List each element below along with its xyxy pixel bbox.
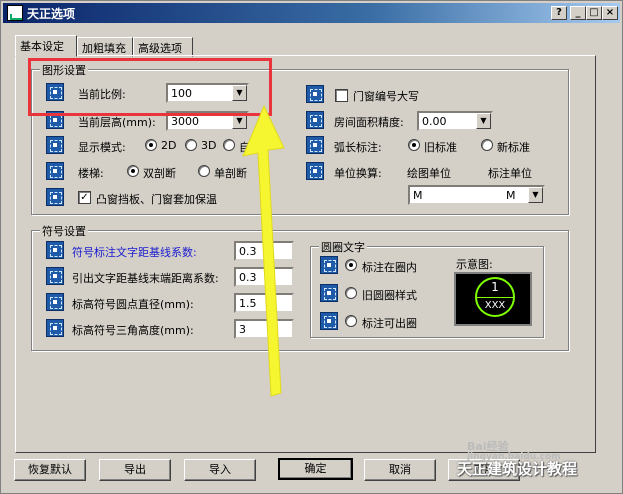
help-button[interactable]: ?: [551, 6, 567, 20]
scale-value: 100: [171, 87, 192, 100]
scale-settings-icon[interactable]: [46, 83, 64, 101]
ok-button[interactable]: 确定: [278, 458, 353, 480]
floor-height-value: 3000: [171, 115, 199, 128]
symbol-text-coef-icon[interactable]: [46, 241, 64, 259]
display-2d-radio[interactable]: [145, 139, 157, 151]
arc-length-label: 弧长标注:: [334, 141, 382, 154]
chevron-down-icon[interactable]: ▼: [476, 113, 491, 129]
preview-text: XXX: [484, 300, 506, 311]
tab-bold-fill[interactable]: 加粗填充: [77, 37, 133, 57]
title-bar[interactable]: 天正选项 ? _ □ ×: [3, 3, 620, 23]
arrow-up-icon: [242, 104, 285, 397]
display-mode-icon[interactable]: [46, 136, 64, 154]
minimize-button[interactable]: _: [570, 6, 586, 20]
preview-divider: [477, 297, 513, 298]
arc-new-standard-label: 新标准: [497, 141, 530, 154]
tab-basic-settings[interactable]: 基本设定: [15, 35, 77, 57]
maximize-button[interactable]: □: [586, 6, 602, 20]
circle-preview: 1 XXX: [454, 272, 532, 326]
circle-inside-radio[interactable]: [345, 259, 357, 271]
elevation-dot-label: 标高符号圆点直径(mm):: [72, 298, 194, 311]
elevation-dot-icon[interactable]: [46, 293, 64, 311]
circle-text-title: 圆圈文字: [319, 239, 367, 255]
watermark-wechat: 天正建筑设计教程: [457, 460, 578, 478]
window-title: 天正选项: [27, 7, 76, 21]
annotation-arrow: [242, 104, 285, 397]
arc-old-standard-radio[interactable]: [408, 139, 420, 151]
leader-text-coef-label: 引出文字距基线末端距离系数:: [72, 272, 219, 285]
room-precision-label: 房间面积精度:: [334, 116, 404, 129]
display-3d-radio[interactable]: [185, 139, 197, 151]
leader-text-coef-icon[interactable]: [46, 267, 64, 285]
stairs-double-label: 双剖断: [143, 167, 176, 180]
circle-inside-label: 标注在圈内: [362, 261, 417, 274]
circle-old-style-label: 旧圆圈样式: [362, 289, 417, 302]
unit-left-value: M: [413, 189, 423, 202]
scale-combo[interactable]: 100 ▼: [166, 83, 249, 103]
circle-outside-label: 标注可出圈: [362, 317, 417, 330]
arc-old-standard-label: 旧标准: [424, 141, 457, 154]
stairs-single-radio[interactable]: [198, 165, 210, 177]
tab-advanced[interactable]: 高级选项: [133, 37, 193, 57]
room-precision-value: 0.00: [422, 115, 447, 128]
elevation-triangle-icon[interactable]: [46, 319, 64, 337]
bay-window-icon[interactable]: [46, 188, 64, 206]
arc-new-standard-radio[interactable]: [481, 139, 493, 151]
annotation-unit-label: 标注单位: [488, 167, 532, 180]
floor-height-icon[interactable]: [46, 111, 64, 129]
bay-window-checkbox[interactable]: ✓: [78, 191, 91, 204]
chevron-down-icon[interactable]: ▼: [528, 187, 543, 203]
app-icon: [7, 5, 23, 21]
scale-label: 当前比例:: [78, 88, 126, 101]
close-button[interactable]: ×: [602, 6, 618, 20]
circle-outside-radio[interactable]: [345, 315, 357, 327]
options-dialog: 天正选项 ? _ □ × 基本设定 加粗填充 高级选项 图形设置 当前比例: 1…: [0, 0, 623, 494]
preview-label: 示意图:: [456, 258, 493, 271]
drawing-unit-label: 绘图单位: [407, 167, 451, 180]
stairs-double-radio[interactable]: [127, 165, 139, 177]
display-3d-label: 3D: [201, 139, 217, 152]
restore-defaults-button[interactable]: 恢复默认: [14, 459, 86, 481]
display-mode-label: 显示模式:: [78, 141, 126, 154]
circle-old-style-radio[interactable]: [345, 287, 357, 299]
symbol-settings-title: 符号设置: [40, 223, 88, 239]
elevation-triangle-label: 标高符号三角高度(mm):: [72, 324, 194, 337]
floor-height-label: 当前层高(mm):: [78, 116, 156, 129]
bay-window-label: 凸窗挡板、门窗套加保温: [96, 193, 217, 206]
unit-right-value: M: [506, 189, 516, 202]
door-caps-checkbox[interactable]: [335, 89, 348, 102]
circle-old-style-icon[interactable]: [320, 284, 338, 302]
import-button[interactable]: 导入: [184, 459, 256, 481]
export-button[interactable]: 导出: [99, 459, 171, 481]
stairs-label: 楼梯:: [78, 167, 104, 180]
display-2d-label: 2D: [161, 139, 177, 152]
unit-convert-label: 单位换算:: [334, 167, 382, 180]
room-precision-combo[interactable]: 0.00 ▼: [417, 111, 493, 131]
unit-combo[interactable]: M M ▼: [408, 185, 545, 205]
chevron-down-icon[interactable]: ▼: [232, 85, 247, 101]
graphics-settings-title: 图形设置: [40, 62, 88, 78]
circle-outside-icon[interactable]: [320, 312, 338, 330]
cancel-button[interactable]: 取消: [364, 459, 436, 481]
stairs-icon[interactable]: [46, 162, 64, 180]
circle-inside-icon[interactable]: [320, 256, 338, 274]
preview-number: 1: [491, 280, 499, 294]
preview-circle-icon: 1 XXX: [475, 277, 515, 317]
door-caps-label: 门窗编号大写: [353, 90, 419, 103]
symbol-text-coef-label: 符号标注文字距基线系数:: [72, 246, 197, 259]
